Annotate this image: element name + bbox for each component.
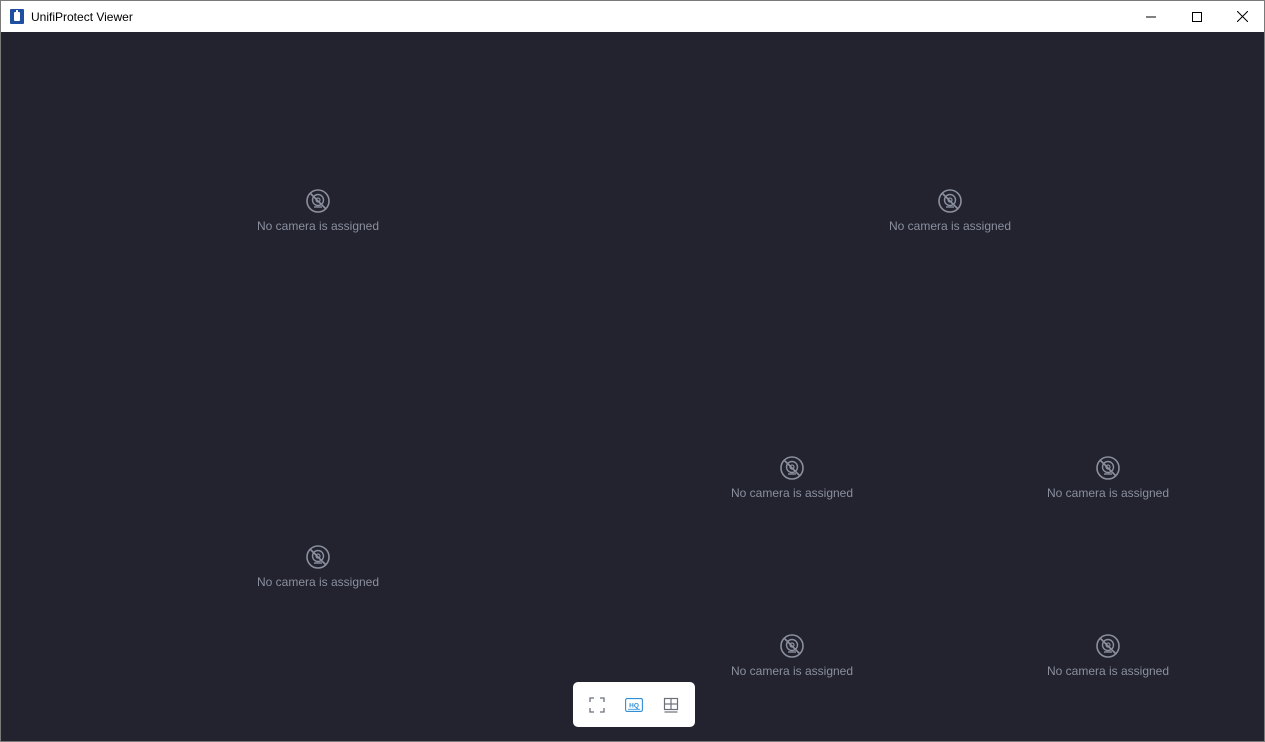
camera-slot[interactable]: No camera is assigned — [998, 633, 1218, 678]
hq-icon: HQ — [625, 697, 643, 712]
maximize-button[interactable] — [1174, 1, 1220, 32]
camera-off-icon — [780, 456, 804, 480]
hq-text: HQ — [629, 702, 639, 709]
minimize-button[interactable] — [1128, 1, 1174, 32]
camera-off-icon — [306, 545, 330, 569]
camera-grid: No camera is assigned No camera is assig… — [1, 32, 1264, 741]
fullscreen-button[interactable] — [583, 691, 611, 719]
camera-slot[interactable]: No camera is assigned — [998, 455, 1218, 500]
camera-off-icon — [780, 634, 804, 658]
title-bar[interactable]: UnifiProtect Viewer — [1, 1, 1264, 32]
app-window: UnifiProtect Viewer No camera is assigne… — [0, 0, 1265, 742]
fullscreen-icon — [589, 696, 605, 713]
camera-slot[interactable]: No camera is assigned — [840, 188, 1060, 233]
slot-label: No camera is assigned — [730, 486, 854, 500]
camera-off-icon — [1096, 456, 1120, 480]
camera-slot[interactable]: No camera is assigned — [208, 544, 428, 589]
camera-slot[interactable]: No camera is assigned — [682, 633, 902, 678]
camera-slot[interactable]: No camera is assigned — [682, 455, 902, 500]
view-toolbar: HQ — [573, 682, 695, 727]
slot-label: No camera is assigned — [888, 219, 1012, 233]
slot-label: No camera is assigned — [1046, 664, 1170, 678]
minimize-icon — [1146, 16, 1156, 17]
close-button[interactable] — [1219, 1, 1265, 32]
grid-layout-icon — [663, 697, 678, 713]
slot-label: No camera is assigned — [730, 664, 854, 678]
camera-off-icon — [1096, 634, 1120, 658]
layout-button[interactable] — [657, 691, 685, 719]
maximize-icon — [1192, 11, 1202, 22]
slot-label: No camera is assigned — [1046, 486, 1170, 500]
camera-slot[interactable]: No camera is assigned — [208, 188, 428, 233]
app-logo-icon — [10, 9, 24, 24]
camera-off-icon — [938, 189, 962, 213]
close-icon — [1236, 11, 1248, 22]
window-title: UnifiProtect Viewer — [31, 10, 133, 24]
slot-label: No camera is assigned — [256, 219, 380, 233]
hq-toggle-button[interactable]: HQ — [620, 691, 648, 719]
camera-off-icon — [306, 189, 330, 213]
slot-label: No camera is assigned — [256, 575, 380, 589]
